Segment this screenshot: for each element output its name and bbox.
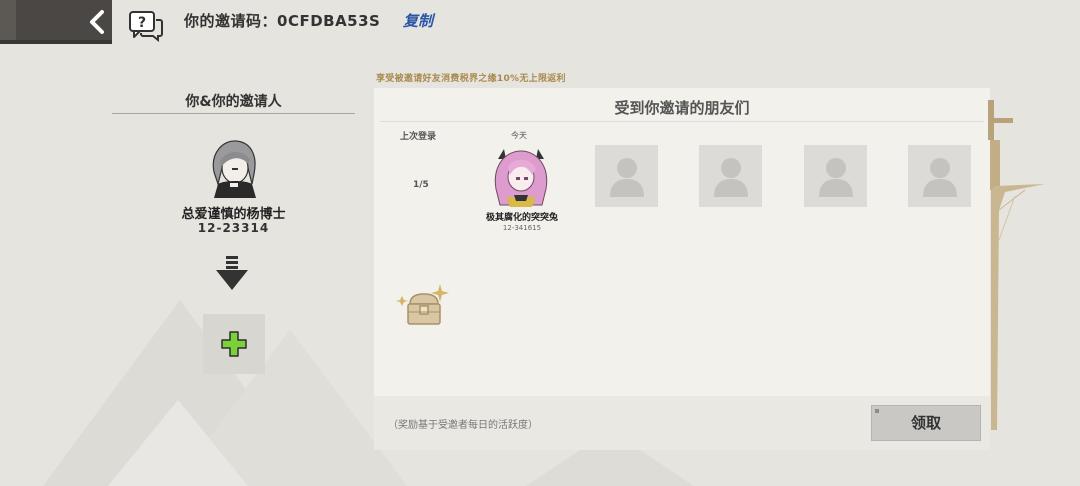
friend-name: 极其腐化的突突兔: [485, 213, 558, 223]
rebate-banner: 享受被邀请好友消费税界之缘10%无上限返利: [376, 74, 566, 84]
arrow-down-icon: [216, 256, 248, 290]
claim-button-label: 领取: [910, 414, 941, 432]
back-button-shade: [0, 0, 16, 44]
copy-button[interactable]: 复制: [403, 10, 433, 31]
reward-chest-icon[interactable]: [396, 282, 452, 328]
frame-decoration: [988, 100, 1045, 430]
inviter-id: 12-23314: [197, 221, 270, 235]
plus-icon: [221, 331, 247, 357]
person-placeholder-icon: [923, 158, 957, 197]
friend-count: 1/5: [413, 180, 429, 190]
divider: [112, 113, 355, 114]
empty-friend-slot[interactable]: [908, 145, 971, 207]
last-login-label: 上次登录: [400, 132, 437, 142]
back-button[interactable]: [0, 0, 112, 44]
empty-friend-slot[interactable]: [595, 145, 658, 207]
reward-note: （奖励基于受邀者每日的活跃度）: [388, 420, 538, 431]
svg-text:?: ?: [138, 15, 146, 31]
divider: [380, 121, 984, 122]
inviter-avatar[interactable]: [208, 138, 260, 198]
invite-code-label: 你的邀请码：0CFDBA53S: [184, 12, 381, 30]
friend-last-login: 今天: [511, 131, 527, 140]
inviter-section-title: 你&你的邀请人: [185, 94, 282, 110]
person-placeholder-icon: [714, 158, 748, 197]
panel-title: 受到你邀请的朋友们: [614, 99, 750, 117]
invited-friends-panel: 受到你邀请的朋友们 上次登录 1/5 今天 极其腐化的突突兔 12-341615: [374, 88, 990, 396]
chevron-left-icon: [90, 10, 104, 34]
friend-id: 12-341615: [502, 224, 542, 232]
claim-button[interactable]: 领取: [871, 405, 981, 441]
empty-friend-slot[interactable]: [699, 145, 762, 207]
button-corner-mark: [875, 409, 879, 413]
empty-friend-slot[interactable]: [804, 145, 867, 207]
back-button-stripe: [0, 40, 112, 44]
person-placeholder-icon: [819, 158, 853, 197]
inviter-name: 总爱谨慎的杨博士: [181, 207, 286, 222]
background-mountain: [108, 400, 248, 486]
chat-question-icon: ?: [129, 11, 163, 42]
friend-avatar[interactable]: [490, 145, 552, 207]
person-placeholder-icon: [610, 158, 644, 197]
add-inviter-button[interactable]: [203, 314, 265, 374]
reward-footer: （奖励基于受邀者每日的活跃度） 领取: [374, 396, 990, 450]
